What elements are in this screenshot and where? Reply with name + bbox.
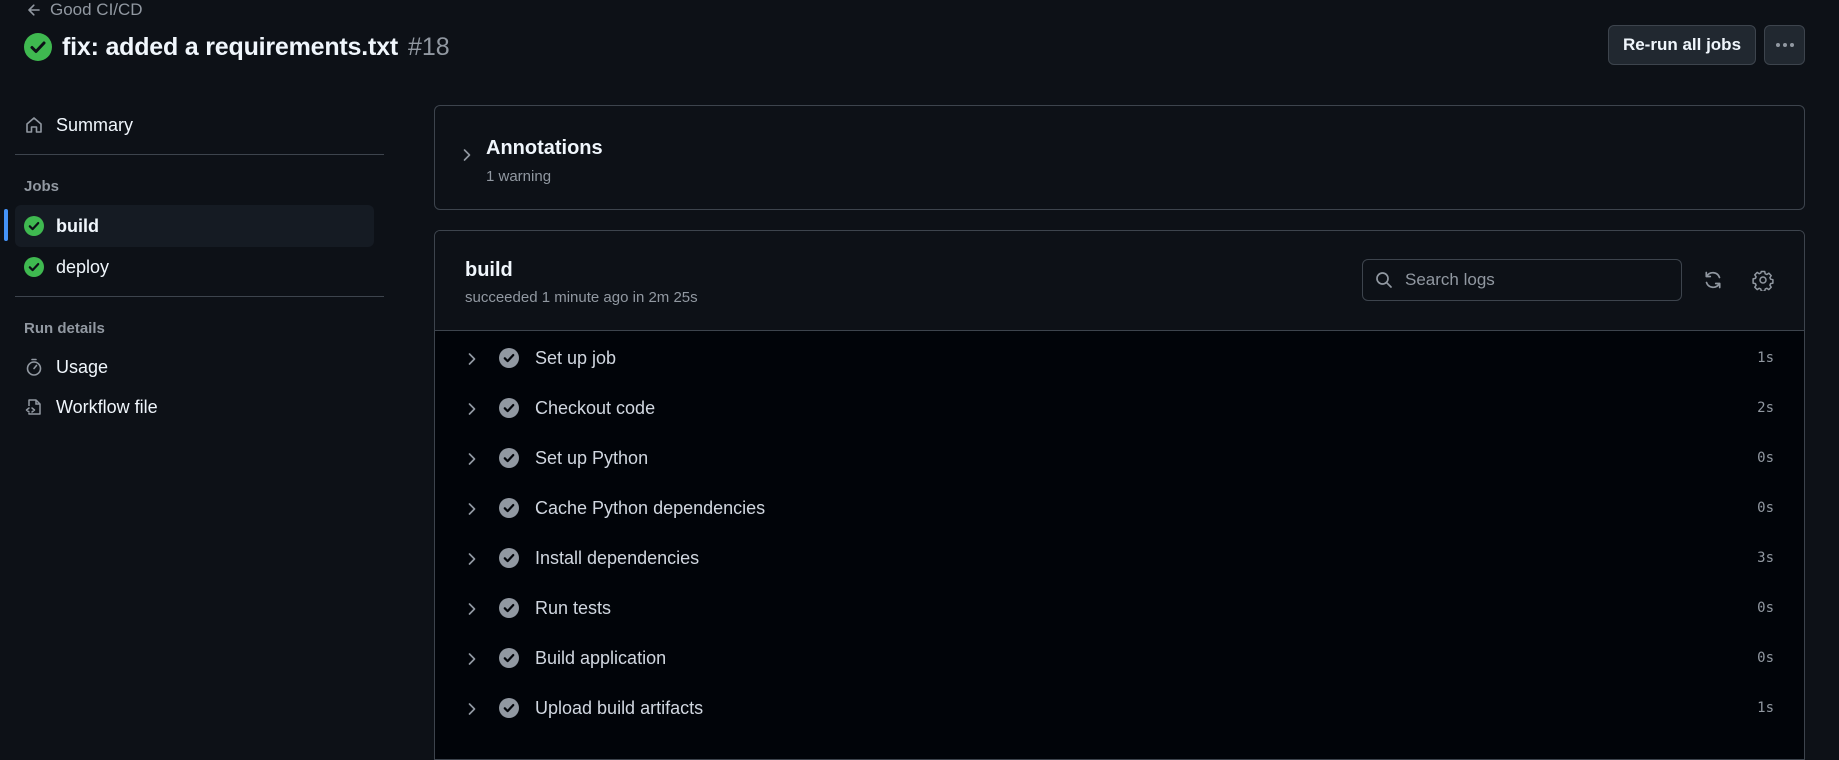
search-icon bbox=[1375, 271, 1393, 289]
sidebar-item-workflow-file[interactable]: Workflow file bbox=[15, 386, 374, 428]
step-duration: 0s bbox=[1757, 600, 1774, 616]
check-circle-fill-icon bbox=[499, 548, 519, 568]
chevron-right-icon bbox=[466, 452, 478, 466]
rerun-all-jobs-button[interactable]: Re-run all jobs bbox=[1608, 25, 1756, 65]
job-step-row[interactable]: Set up Python 0s bbox=[435, 434, 1804, 484]
job-step-row[interactable]: Install dependencies 3s bbox=[435, 534, 1804, 584]
check-circle-fill-icon bbox=[499, 598, 519, 618]
chevron-right-icon bbox=[466, 502, 478, 516]
run-details-heading: Run details bbox=[24, 320, 105, 337]
step-name: Run tests bbox=[535, 598, 612, 618]
sidebar-item-label: Workflow file bbox=[56, 396, 158, 417]
home-icon bbox=[24, 115, 44, 135]
step-duration: 1s bbox=[1757, 350, 1774, 366]
annotations-panel[interactable]: Annotations 1 warning bbox=[434, 105, 1805, 210]
sidebar-divider bbox=[15, 296, 384, 297]
check-circle-fill-icon bbox=[24, 257, 44, 277]
step-duration: 0s bbox=[1757, 450, 1774, 466]
sync-icon bbox=[1702, 269, 1724, 291]
check-circle-fill-icon bbox=[24, 33, 52, 61]
job-status-text: succeeded 1 minute ago in 2m 25s bbox=[465, 289, 698, 306]
page-title-row: fix: added a requirements.txt #18 bbox=[24, 30, 450, 64]
refresh-logs-button[interactable] bbox=[1697, 264, 1729, 296]
step-duration: 0s bbox=[1757, 500, 1774, 516]
step-name: Checkout code bbox=[535, 398, 656, 418]
sidebar-item-job-build[interactable]: build bbox=[15, 205, 374, 247]
step-name: Install dependencies bbox=[535, 548, 700, 568]
sidebar-item-summary[interactable]: Summary bbox=[15, 104, 374, 146]
chevron-right-icon bbox=[466, 402, 478, 416]
chevron-right-icon bbox=[466, 652, 478, 666]
stopwatch-icon bbox=[24, 357, 44, 377]
gear-icon bbox=[1752, 269, 1774, 291]
check-circle-fill-icon bbox=[499, 698, 519, 718]
search-logs-box bbox=[1362, 259, 1682, 301]
more-options-button[interactable] bbox=[1764, 25, 1805, 65]
job-step-row[interactable]: Checkout code 2s bbox=[435, 384, 1804, 434]
step-name: Upload build artifacts bbox=[535, 698, 704, 718]
check-circle-fill-icon bbox=[499, 398, 519, 418]
check-circle-fill-icon bbox=[499, 648, 519, 668]
file-code-icon bbox=[24, 397, 44, 417]
back-link[interactable]: Good CI/CD bbox=[26, 0, 143, 20]
step-name: Set up Python bbox=[535, 448, 649, 468]
sidebar-divider bbox=[15, 154, 384, 155]
check-circle-fill-icon bbox=[499, 348, 519, 368]
step-name: Set up job bbox=[535, 348, 617, 368]
sidebar-item-label: deploy bbox=[56, 256, 110, 277]
chevron-right-icon bbox=[466, 352, 478, 366]
check-circle-fill-icon bbox=[24, 216, 44, 236]
annotations-title: Annotations bbox=[486, 137, 603, 159]
job-title: build bbox=[465, 259, 513, 281]
job-log-panel: build succeeded 1 minute ago in 2m 25s S… bbox=[434, 230, 1805, 760]
log-settings-button[interactable] bbox=[1747, 264, 1779, 296]
job-step-row[interactable]: Build application 0s bbox=[435, 634, 1804, 684]
search-logs-input[interactable] bbox=[1403, 260, 1673, 300]
step-duration: 0s bbox=[1757, 650, 1774, 666]
active-job-indicator bbox=[4, 209, 8, 241]
chevron-right-icon bbox=[466, 602, 478, 616]
chevron-right-icon bbox=[461, 148, 473, 162]
job-step-row[interactable]: Cache Python dependencies 0s bbox=[435, 484, 1804, 534]
annotations-summary: 1 warning bbox=[486, 168, 552, 185]
sidebar-item-label: Usage bbox=[56, 356, 109, 377]
sidebar-item-job-deploy[interactable]: deploy bbox=[15, 246, 374, 288]
job-step-row[interactable]: Set up job 1s bbox=[435, 334, 1804, 384]
step-duration: 2s bbox=[1757, 400, 1774, 416]
arrow-left-icon bbox=[26, 2, 42, 18]
run-number: #18 bbox=[407, 32, 450, 61]
step-name: Cache Python dependencies bbox=[535, 498, 766, 518]
sidebar-item-label: Summary bbox=[56, 114, 134, 135]
jobs-heading: Jobs bbox=[24, 178, 60, 195]
chevron-right-icon bbox=[466, 552, 478, 566]
sidebar-item-usage[interactable]: Usage bbox=[15, 346, 374, 388]
job-step-row[interactable]: Run tests 0s bbox=[435, 584, 1804, 634]
run-header: Good CI/CD fix: added a requirements.txt… bbox=[0, 0, 1839, 84]
back-link-label: Good CI/CD bbox=[50, 0, 143, 19]
step-duration: 1s bbox=[1757, 700, 1774, 716]
chevron-right-icon bbox=[466, 702, 478, 716]
step-duration: 3s bbox=[1757, 550, 1774, 566]
job-step-row[interactable]: Upload build artifacts 1s bbox=[435, 684, 1804, 734]
check-circle-fill-icon bbox=[499, 448, 519, 468]
sidebar-item-label: build bbox=[56, 215, 99, 236]
page-title: fix: added a requirements.txt bbox=[62, 32, 398, 61]
kebab-horizontal-icon bbox=[1775, 42, 1795, 48]
step-name: Build application bbox=[535, 648, 667, 668]
job-header: build succeeded 1 minute ago in 2m 25s bbox=[435, 231, 1804, 331]
check-circle-fill-icon bbox=[499, 498, 519, 518]
